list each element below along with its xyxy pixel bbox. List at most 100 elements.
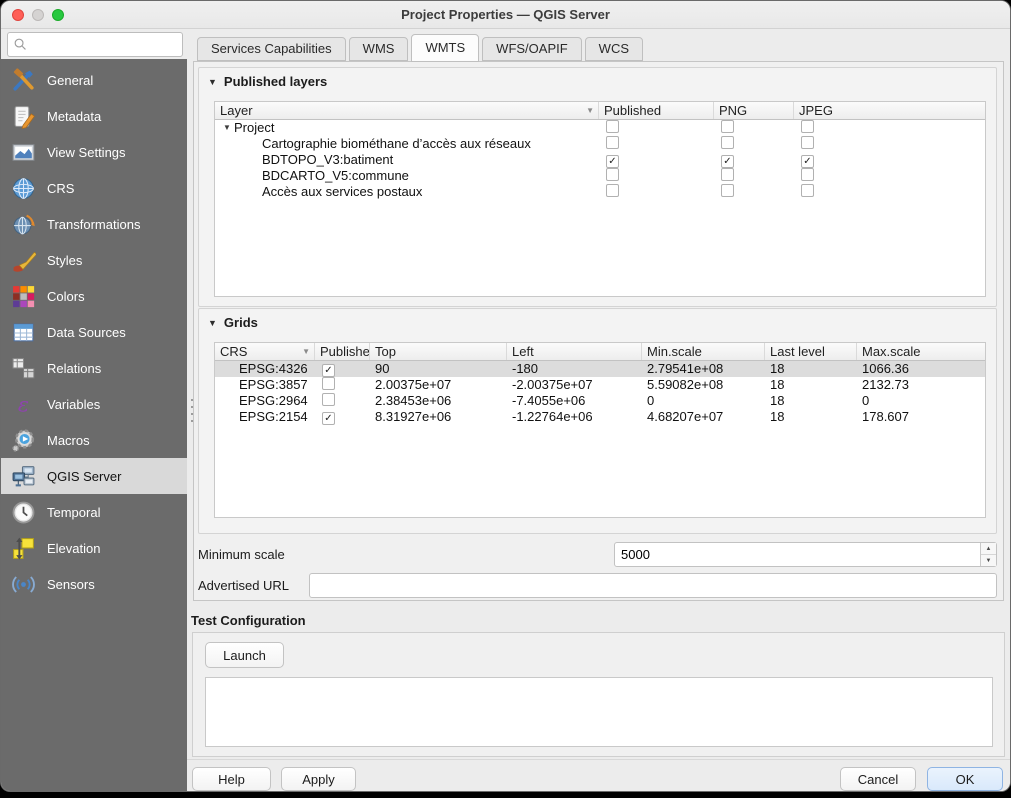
advertised-url-input[interactable] <box>309 573 997 598</box>
left-cell: -7.4055e+06 <box>507 393 642 409</box>
published-layers-group: ▼ Published layers Layer▼PublishedPNGJPE… <box>198 67 997 307</box>
png-checkbox[interactable] <box>721 120 734 133</box>
png-checkbox[interactable] <box>721 136 734 149</box>
sidebar-search-input[interactable] <box>29 35 182 55</box>
published-checkbox[interactable]: ✓ <box>322 412 335 425</box>
sidebar-item-data-sources[interactable]: Data Sources <box>1 314 187 350</box>
column-header-jpeg[interactable]: JPEG <box>794 102 985 119</box>
advertised-url-label: Advertised URL <box>198 578 289 593</box>
layer-row[interactable]: ▼Project <box>215 120 985 136</box>
published-cell: ✓ <box>315 409 370 426</box>
jpeg-checkbox[interactable] <box>801 136 814 149</box>
published-checkbox[interactable] <box>322 377 335 390</box>
tab-wcs[interactable]: WCS <box>585 37 643 61</box>
crs-cell: EPSG:2154 <box>215 409 315 425</box>
layer-row[interactable]: Cartographie biométhane d’accès aux rése… <box>215 136 985 152</box>
grids-header[interactable]: ▼ Grids <box>199 309 996 330</box>
minimum-scale-input[interactable] <box>615 543 980 566</box>
sidebar-item-elevation[interactable]: Elevation <box>1 530 187 566</box>
left-cell: -1.22764e+06 <box>507 409 642 425</box>
minimum-scale-stepper[interactable]: ▲ ▼ <box>980 543 996 566</box>
tab-wms[interactable]: WMS <box>349 37 409 61</box>
sidebar-item-crs[interactable]: CRS <box>1 170 187 206</box>
published-layers-header[interactable]: ▼ Published layers <box>199 68 996 89</box>
tab-wfs-oapif[interactable]: WFS/OAPIF <box>482 37 582 61</box>
png-checkbox[interactable] <box>721 168 734 181</box>
sidebar-item-colors[interactable]: Colors <box>1 278 187 314</box>
footer-divider <box>187 759 1010 760</box>
jpeg-checkbox[interactable]: ✓ <box>801 155 814 168</box>
column-header-left[interactable]: Left <box>507 343 642 360</box>
search-icon <box>12 36 29 53</box>
published-checkbox[interactable] <box>606 168 619 181</box>
launch-button[interactable]: Launch <box>205 642 284 668</box>
published-checkbox[interactable]: ✓ <box>606 155 619 168</box>
column-header-layer[interactable]: Layer▼ <box>215 102 599 119</box>
column-header-published[interactable]: Published <box>315 343 370 360</box>
sidebar-search-box[interactable] <box>7 32 183 57</box>
layer-row[interactable]: BDTOPO_V3:batiment✓✓✓ <box>215 152 985 168</box>
sidebar-item-label: CRS <box>47 181 74 196</box>
published-checkbox[interactable]: ✓ <box>322 364 335 377</box>
elevation-icon <box>10 535 37 562</box>
column-header-label: Layer <box>220 102 253 119</box>
ok-button[interactable]: OK <box>927 767 1003 791</box>
help-button[interactable]: Help <box>192 767 271 791</box>
column-header-crs[interactable]: CRS▼ <box>215 343 315 360</box>
sidebar-item-metadata[interactable]: Metadata <box>1 98 187 134</box>
apply-button[interactable]: Apply <box>281 767 356 791</box>
sidebar-item-view-settings[interactable]: View Settings <box>1 134 187 170</box>
sidebar-item-variables[interactable]: εVariables <box>1 386 187 422</box>
sidebar-item-qgis-server[interactable]: QGIS Server <box>1 458 187 494</box>
project-properties-dialog: Project Properties — QGIS Server General… <box>0 0 1011 792</box>
jpeg-checkbox[interactable] <box>801 168 814 181</box>
png-checkbox[interactable]: ✓ <box>721 155 734 168</box>
sidebar-item-relations[interactable]: Relations <box>1 350 187 386</box>
published-checkbox[interactable] <box>606 136 619 149</box>
layer-row[interactable]: Accès aux services postaux <box>215 184 985 200</box>
sidebar-item-macros[interactable]: Macros <box>1 422 187 458</box>
column-header-png[interactable]: PNG <box>714 102 794 119</box>
titlebar[interactable]: Project Properties — QGIS Server <box>1 1 1010 29</box>
published-checkbox[interactable] <box>322 393 335 406</box>
grid-row[interactable]: EPSG:4326✓90-1802.79541e+08181066.36 <box>215 361 985 377</box>
grid-row[interactable]: EPSG:2154✓8.31927e+06-1.22764e+064.68207… <box>215 409 985 425</box>
tab-wmts[interactable]: WMTS <box>411 34 479 62</box>
published-cell <box>599 136 714 153</box>
sensor-icon <box>10 571 37 598</box>
sidebar-item-styles[interactable]: Styles <box>1 242 187 278</box>
sidebar-item-sensors[interactable]: Sensors <box>1 566 187 602</box>
jpeg-checkbox[interactable] <box>801 184 814 197</box>
minimum-scale-spinbox[interactable]: ▲ ▼ <box>614 542 997 567</box>
published-checkbox[interactable] <box>606 120 619 133</box>
sidebar-item-temporal[interactable]: Temporal <box>1 494 187 530</box>
collapse-arrow-icon: ▼ <box>208 318 217 328</box>
column-header-published[interactable]: Published <box>599 102 714 119</box>
step-up-icon[interactable]: ▲ <box>981 543 996 555</box>
epsilon-icon: ε <box>10 391 37 418</box>
tree-expander-icon[interactable]: ▼ <box>220 120 234 136</box>
column-header-label: Left <box>512 343 534 360</box>
column-header-label: JPEG <box>799 102 833 119</box>
grid-row[interactable]: EPSG:29642.38453e+06-7.4055e+060180 <box>215 393 985 409</box>
column-header-max-scale[interactable]: Max.scale <box>857 343 985 360</box>
layer-row[interactable]: BDCARTO_V5:commune <box>215 168 985 184</box>
last-level-cell: 18 <box>765 377 857 393</box>
step-down-icon[interactable]: ▼ <box>981 555 996 566</box>
jpeg-checkbox[interactable] <box>801 120 814 133</box>
published-checkbox[interactable] <box>606 184 619 197</box>
cancel-button[interactable]: Cancel <box>840 767 916 791</box>
test-output-area[interactable] <box>205 677 993 747</box>
png-checkbox[interactable] <box>721 184 734 197</box>
relations-icon <box>10 355 37 382</box>
column-header-last-level[interactable]: Last level <box>765 343 857 360</box>
tab-services-capabilities[interactable]: Services Capabilities <box>197 37 346 61</box>
sidebar-item-label: Temporal <box>47 505 100 520</box>
sidebar-item-label: Elevation <box>47 541 100 556</box>
grid-row[interactable]: EPSG:38572.00375e+07-2.00375e+075.59082e… <box>215 377 985 393</box>
column-header-top[interactable]: Top <box>370 343 507 360</box>
advertised-url-row: Advertised URL <box>198 573 997 598</box>
sidebar-item-transformations[interactable]: Transformations <box>1 206 187 242</box>
sidebar-item-general[interactable]: General <box>1 62 187 98</box>
column-header-min-scale[interactable]: Min.scale <box>642 343 765 360</box>
